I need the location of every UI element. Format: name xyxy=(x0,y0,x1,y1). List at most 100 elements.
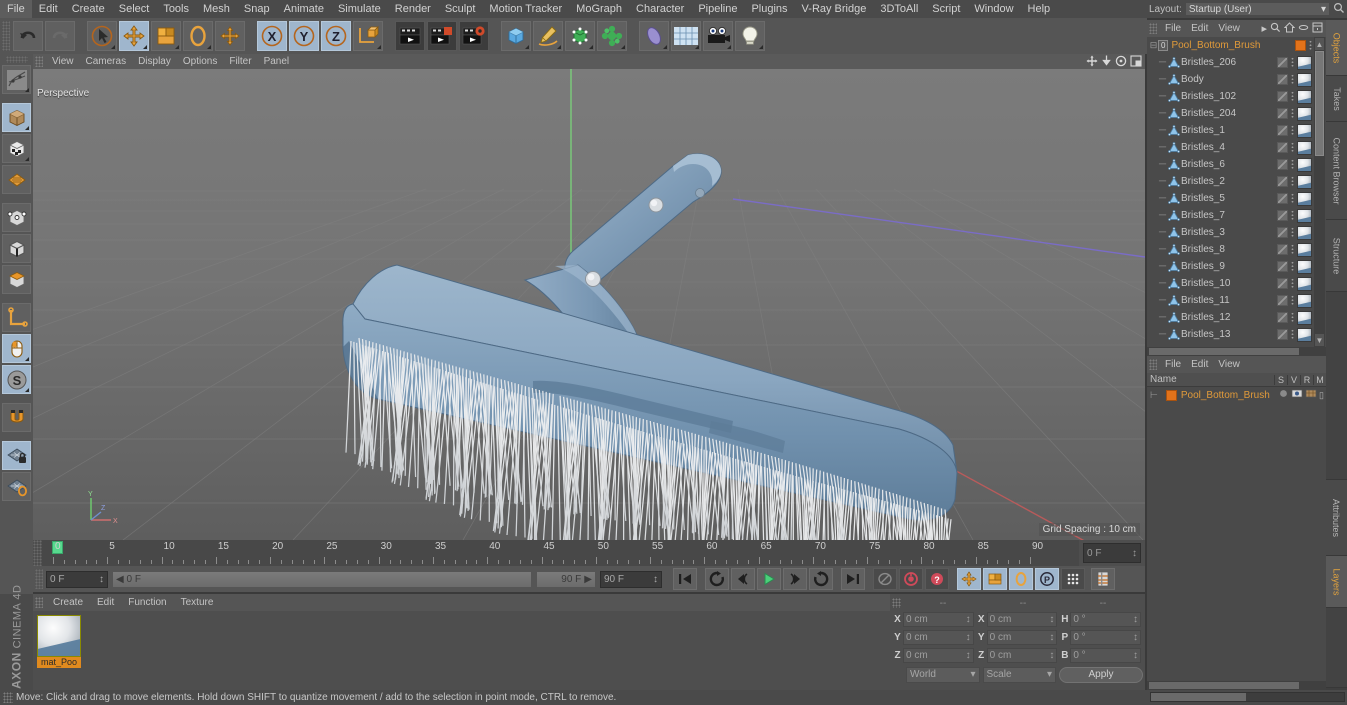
tag-dots-icon[interactable] xyxy=(1291,210,1294,221)
pos-y-field[interactable]: 0 cm ↕ xyxy=(903,630,974,645)
polygon-object-icon[interactable] xyxy=(1167,158,1181,171)
layout-grid-icon[interactable] xyxy=(1312,22,1323,36)
polygon-object-icon[interactable] xyxy=(1167,141,1181,154)
material-tag-icon[interactable] xyxy=(1297,106,1312,121)
object-tree-row[interactable]: ─ Bristles_5 xyxy=(1147,190,1326,207)
material-tag-icon[interactable] xyxy=(1297,89,1312,104)
menu-item-sculpt[interactable]: Sculpt xyxy=(438,0,483,18)
object-tree-row[interactable]: ─ Bristles_13 xyxy=(1147,326,1326,343)
maximize-view-icon[interactable] xyxy=(1130,55,1142,70)
menu-item-pipeline[interactable]: Pipeline xyxy=(691,0,744,18)
material-tag-icon[interactable] xyxy=(1297,123,1312,138)
render-toggle-icon[interactable] xyxy=(1305,388,1317,402)
menu-item-v-ray-bridge[interactable]: V-Ray Bridge xyxy=(795,0,874,18)
coordinates-grip[interactable] xyxy=(892,598,901,608)
layer-menu-file[interactable]: File xyxy=(1160,359,1186,370)
playback-grip[interactable] xyxy=(35,569,43,589)
tag-dots-icon[interactable] xyxy=(1291,142,1294,153)
vertical-tab-attributes[interactable]: Attributes xyxy=(1326,480,1347,556)
play-button[interactable] xyxy=(757,568,781,590)
spinner-icon[interactable]: ↕ xyxy=(99,574,104,585)
menu-item-create[interactable]: Create xyxy=(65,0,112,18)
tag-dots-icon[interactable] xyxy=(1291,278,1294,289)
material-tag-icon[interactable] xyxy=(1297,174,1312,189)
phong-tag-icon[interactable] xyxy=(1277,227,1288,238)
phong-tag-icon[interactable] xyxy=(1277,125,1288,136)
polygon-object-icon[interactable] xyxy=(1167,107,1181,120)
rot-p-field[interactable]: 0 ° ↕ xyxy=(1070,630,1142,645)
spinner-icon[interactable]: ↕ xyxy=(966,614,971,625)
render-region-button[interactable] xyxy=(427,21,457,51)
move-axis-button[interactable] xyxy=(215,21,245,51)
select-tool-button[interactable] xyxy=(87,21,117,51)
tag-dots-icon[interactable] xyxy=(1291,193,1294,204)
viewport-canvas[interactable]: Perspective Grid Spacing : 10 cm Y X Z xyxy=(33,69,1145,540)
polygon-object-icon[interactable] xyxy=(1167,243,1181,256)
viewport-menu-options[interactable]: Options xyxy=(177,54,223,69)
polygon-object-icon[interactable] xyxy=(1167,124,1181,137)
material-tag-icon[interactable] xyxy=(1297,208,1312,223)
home-icon[interactable] xyxy=(1283,21,1296,36)
zoom-view-icon[interactable] xyxy=(1101,55,1112,70)
lock-z-axis-button[interactable]: Z xyxy=(321,21,351,51)
record-keyframe-button[interactable] xyxy=(899,568,923,590)
layer-menu-edit[interactable]: Edit xyxy=(1186,359,1213,370)
keyframe-help-button[interactable]: ? xyxy=(925,568,949,590)
nurbs-generator-button[interactable] xyxy=(565,21,595,51)
collapse-icon[interactable]: ⊟ xyxy=(1149,40,1158,51)
material-menu-create[interactable]: Create xyxy=(46,597,90,608)
key-scale-button[interactable] xyxy=(983,568,1007,590)
search-icon[interactable] xyxy=(1270,22,1281,36)
menu-item-character[interactable]: Character xyxy=(629,0,691,18)
menu-item-tools[interactable]: Tools xyxy=(156,0,196,18)
go-to-end-button[interactable] xyxy=(841,568,865,590)
expand-arrow-icon[interactable]: ▸ xyxy=(1261,22,1267,35)
polygon-object-icon[interactable] xyxy=(1167,192,1181,205)
object-tree-scroll-thumb[interactable] xyxy=(1315,51,1324,156)
spinner-icon[interactable]: ↕ xyxy=(1132,548,1137,559)
material-tag-icon[interactable] xyxy=(1297,327,1312,342)
coordinate-system-dropdown[interactable]: World ▾ xyxy=(906,666,980,683)
go-to-start-button[interactable] xyxy=(673,568,697,590)
magnet-tool-button[interactable] xyxy=(2,403,31,432)
tag-dots-icon[interactable] xyxy=(1309,40,1312,51)
environment-button[interactable] xyxy=(639,21,669,51)
scroll-down-arrow-icon[interactable]: ▼ xyxy=(1315,334,1324,346)
light-button[interactable] xyxy=(735,21,765,51)
tag-dots-icon[interactable] xyxy=(1291,312,1294,323)
spinner-icon[interactable]: ↕ xyxy=(1049,614,1054,625)
chevron-down-icon[interactable]: ▾ xyxy=(1321,4,1326,15)
point-mode-button[interactable] xyxy=(2,203,31,232)
model-mode-button[interactable] xyxy=(2,103,31,132)
phong-tag-icon[interactable] xyxy=(1277,91,1288,102)
search-icon[interactable] xyxy=(1333,2,1345,17)
material-tag-icon[interactable] xyxy=(1297,157,1312,172)
texture-axis-mode-button[interactable] xyxy=(2,165,31,194)
material-tag-icon[interactable] xyxy=(1297,140,1312,155)
phong-tag-icon[interactable] xyxy=(1277,57,1288,68)
vertical-tab-objects[interactable]: Objects xyxy=(1326,20,1347,76)
manager-toggle-icon[interactable]: ▯ xyxy=(1319,390,1324,401)
layer-menu-grip[interactable] xyxy=(1149,359,1157,370)
rotate-view-icon[interactable] xyxy=(1115,55,1127,70)
key-points-button[interactable] xyxy=(1061,568,1085,590)
chevron-down-icon[interactable]: ▾ xyxy=(970,669,975,680)
timeline-layout-button[interactable] xyxy=(1091,568,1115,590)
menu-item-simulate[interactable]: Simulate xyxy=(331,0,388,18)
spinner-icon[interactable]: ↕ xyxy=(966,632,971,643)
spinner-icon[interactable]: ↕ xyxy=(1133,614,1138,625)
polygon-mode-button[interactable] xyxy=(2,265,31,294)
viewport-menu-display[interactable]: Display xyxy=(132,54,177,69)
previous-frame-button[interactable] xyxy=(731,568,755,590)
pos-z-field[interactable]: 0 cm ↕ xyxy=(903,648,974,663)
tag-dots-icon[interactable] xyxy=(1291,74,1294,85)
key-position-button[interactable] xyxy=(957,568,981,590)
menu-item-mesh[interactable]: Mesh xyxy=(196,0,237,18)
menu-item-select[interactable]: Select xyxy=(112,0,157,18)
phong-tag-icon[interactable] xyxy=(1277,193,1288,204)
preview-range-end-bar[interactable]: 90 F ▶ xyxy=(536,570,596,588)
menu-item-help[interactable]: Help xyxy=(1021,0,1058,18)
material-menu-function[interactable]: Function xyxy=(121,597,173,608)
spinner-icon[interactable]: ↕ xyxy=(1133,632,1138,643)
material-menu-texture[interactable]: Texture xyxy=(174,597,221,608)
